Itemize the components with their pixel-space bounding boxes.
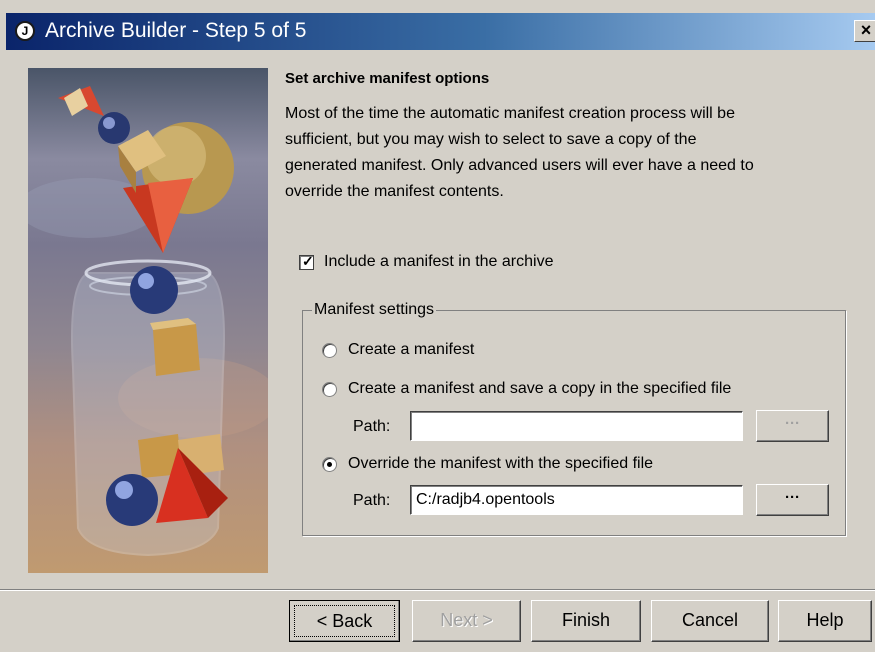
browse-override-path-button[interactable]: ··· xyxy=(756,484,829,516)
cancel-button[interactable]: Cancel xyxy=(651,600,769,642)
button-separator xyxy=(0,589,875,591)
window-title: Archive Builder - Step 5 of 5 xyxy=(45,19,307,42)
close-button[interactable]: × xyxy=(854,20,875,42)
checkmark-icon: ✓ xyxy=(302,253,314,269)
description-line-1: Most of the time the automatic manifest … xyxy=(285,105,735,122)
create-and-save-manifest-radio[interactable] xyxy=(322,382,337,397)
finish-button[interactable]: Finish xyxy=(531,600,641,642)
back-button-label: < Back xyxy=(294,605,395,637)
wizard-illustration xyxy=(28,68,268,573)
override-manifest-label[interactable]: Override the manifest with the specified… xyxy=(348,455,653,473)
next-button[interactable]: Next > xyxy=(412,600,521,642)
manifest-settings-label: Manifest settings xyxy=(312,301,437,319)
archive-builder-dialog: J Archive Builder - Step 5 of 5 × Set ar… xyxy=(0,0,875,652)
override-manifest-radio[interactable] xyxy=(322,457,337,472)
wizard-illustration-art xyxy=(28,86,268,557)
description-line-3: generated manifest. Only advanced users … xyxy=(285,157,754,174)
back-button[interactable]: < Back xyxy=(289,600,400,642)
jbuilder-icon: J xyxy=(15,21,35,41)
path-label-2: Path: xyxy=(353,492,391,509)
browse-save-path-button[interactable]: ··· xyxy=(756,410,829,442)
radio-selected-dot xyxy=(327,462,332,467)
include-manifest-label[interactable]: Include a manifest in the archive xyxy=(324,253,553,271)
include-manifest-checkbox[interactable]: ✓ xyxy=(299,253,314,270)
description-line-4: override the manifest contents. xyxy=(285,183,504,200)
title-icon-glyph: J xyxy=(21,24,29,38)
override-path-input[interactable] xyxy=(410,485,743,515)
create-manifest-label[interactable]: Create a manifest xyxy=(348,341,474,359)
step-heading: Set archive manifest options xyxy=(285,70,490,87)
save-path-input[interactable] xyxy=(410,411,743,441)
description-line-2: sufficient, but you may wish to select t… xyxy=(285,131,697,148)
create-and-save-manifest-label[interactable]: Create a manifest and save a copy in the… xyxy=(348,380,731,398)
create-manifest-radio[interactable] xyxy=(322,343,337,358)
help-button[interactable]: Help xyxy=(778,600,872,642)
title-bar[interactable]: J Archive Builder - Step 5 of 5 × xyxy=(6,13,875,50)
path-label-1: Path: xyxy=(353,418,391,435)
